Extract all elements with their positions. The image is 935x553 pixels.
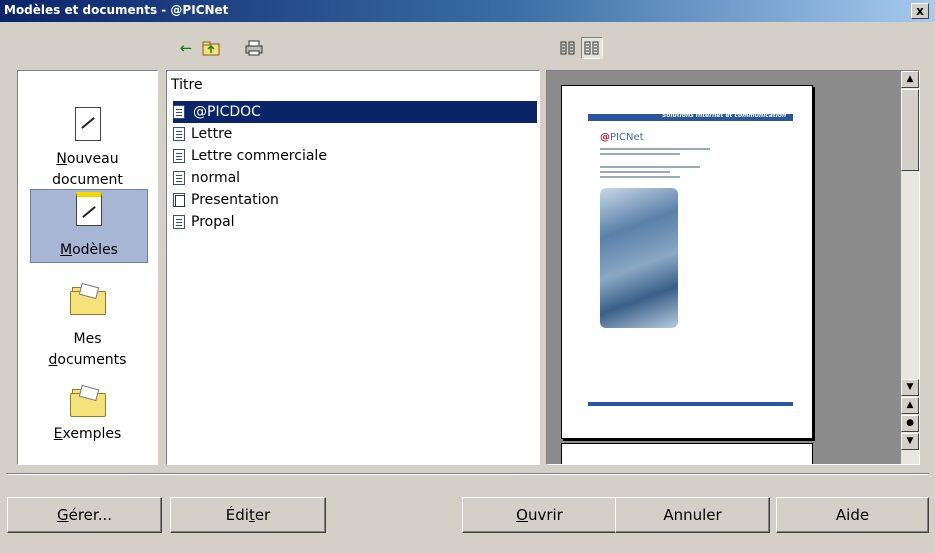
separator: [6, 473, 929, 475]
presentation-icon: [173, 193, 185, 207]
document-icon: [173, 215, 185, 229]
document-icon: [173, 171, 185, 185]
list-item[interactable]: @PICDOC: [173, 101, 537, 123]
folder-up-icon[interactable]: [201, 38, 221, 58]
list-item[interactable]: Lettre: [173, 123, 537, 145]
document-properties-icon[interactable]: [581, 37, 603, 59]
template-list: @PICDOC Lettre Lettre commerciale normal…: [173, 101, 537, 233]
list-item[interactable]: Presentation: [173, 189, 537, 211]
category-my-documents[interactable]: Mes documents: [18, 282, 157, 371]
category-new-document[interactable]: Nouveau document: [18, 107, 157, 191]
open-button[interactable]: Ouvrir: [462, 497, 617, 533]
list-item[interactable]: Propal: [173, 211, 537, 233]
preview-scrollbar[interactable]: ▲ ▼ ▲ ● ▼: [901, 71, 919, 464]
category-templates[interactable]: Modèles: [30, 189, 148, 263]
previous-page-button[interactable]: ▲: [901, 397, 919, 414]
cancel-button[interactable]: Annuler: [615, 497, 770, 533]
examples-folder-icon: [69, 384, 106, 417]
document-icon: [173, 127, 185, 141]
list-item[interactable]: normal: [173, 167, 537, 189]
preview-logo: @PICNet: [600, 132, 644, 143]
list-item[interactable]: Lettre commerciale: [173, 145, 537, 167]
category-panel: Nouveau document Modèles Mes documents E…: [17, 70, 158, 465]
document-icon: [173, 149, 185, 163]
manage-button[interactable]: Gérer...: [7, 497, 162, 533]
preview-page: Solutions Internet et communication @PIC…: [561, 85, 813, 439]
scroll-up-button[interactable]: ▲: [901, 71, 919, 88]
window-title: Modèles et documents - @PICNet: [4, 3, 229, 17]
document-preview-icon[interactable]: [558, 38, 578, 58]
template-list-panel: Titre @PICDOC Lettre Lettre commerciale …: [166, 70, 540, 465]
column-header-title[interactable]: Titre: [171, 77, 203, 93]
preview-photo: [600, 188, 678, 328]
preview-footer-bar: [588, 402, 793, 406]
close-button[interactable]: x: [911, 3, 929, 19]
next-page-button[interactable]: ▼: [901, 433, 919, 450]
scroll-thumb[interactable]: [901, 89, 919, 171]
back-icon[interactable]: ←: [176, 38, 196, 58]
browse-object-button[interactable]: ●: [901, 415, 919, 432]
document-icon: [173, 105, 185, 119]
title-bar: Modèles et documents - @PICNet x: [0, 0, 935, 22]
new-document-icon: [74, 107, 101, 141]
scroll-down-button[interactable]: ▼: [901, 379, 919, 396]
my-documents-folder-icon: [69, 282, 106, 315]
document-preview-panel: Solutions Internet et communication @PIC…: [546, 70, 920, 465]
preview-next-page: [561, 443, 813, 464]
edit-button[interactable]: Éditer: [170, 497, 326, 533]
template-icon: [76, 192, 102, 226]
printer-icon[interactable]: [244, 38, 264, 58]
help-button[interactable]: Aide: [776, 497, 929, 533]
preview-banner-text: Solutions Internet et communication: [662, 112, 787, 119]
category-examples[interactable]: Exemples: [18, 384, 157, 445]
